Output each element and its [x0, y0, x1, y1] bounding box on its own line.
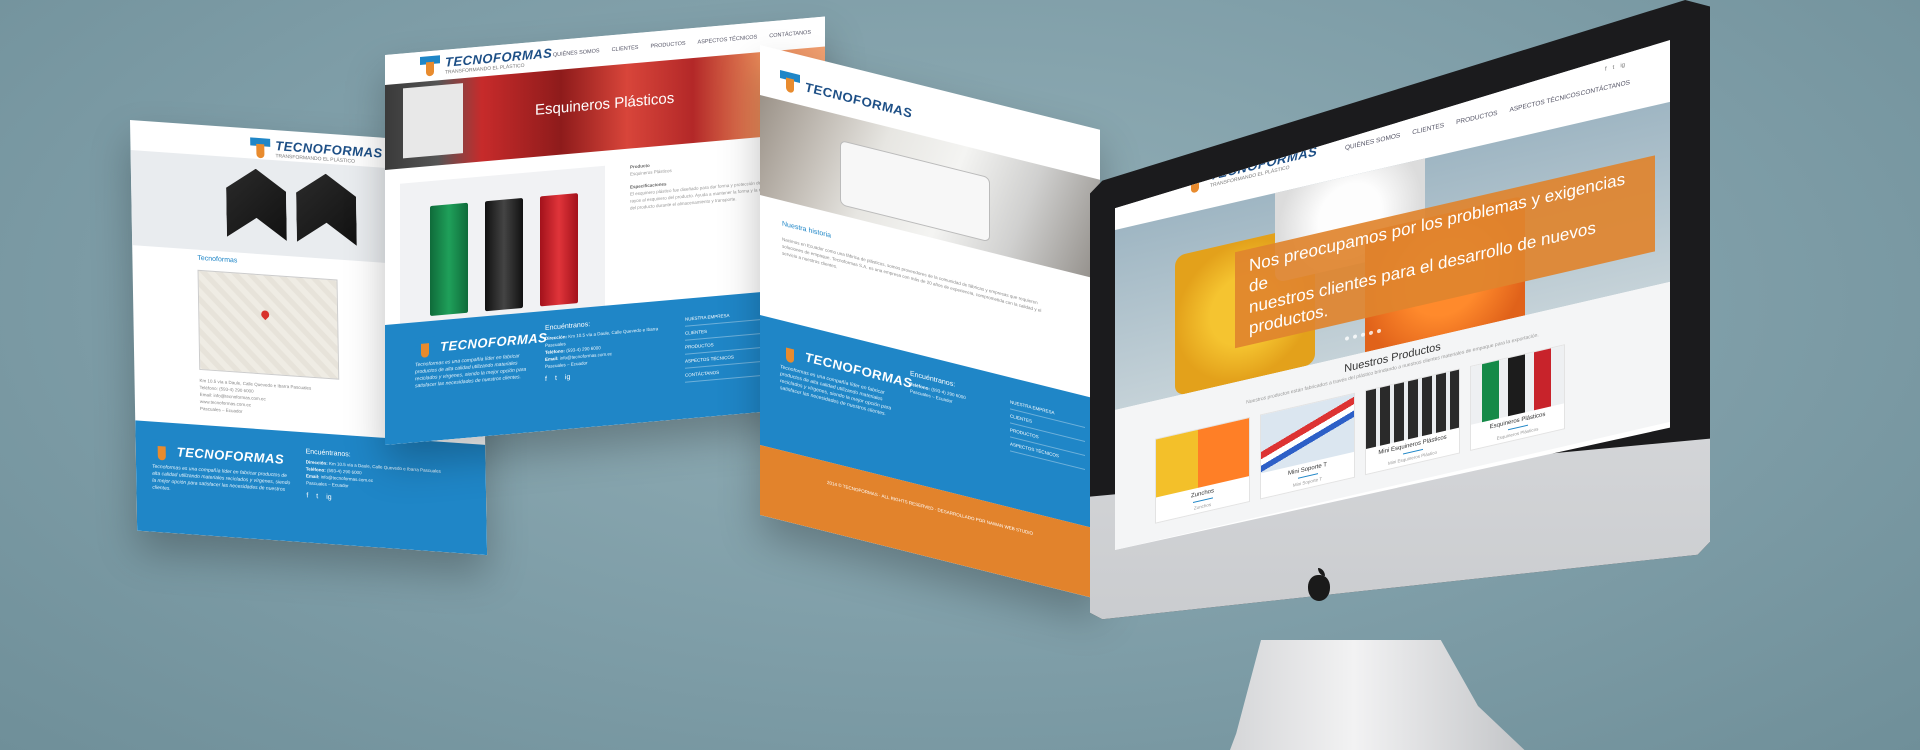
footer-description: Tecnoformas es una compañía líder en fab… [151, 463, 291, 493]
product-card-mini-esquineros[interactable]: Mini Esquineros Plásticos Mini Esquinero… [1365, 368, 1460, 476]
product-card-mini-soporte-t[interactable]: Mini Soporte T Mini Soporte T [1260, 392, 1355, 500]
slider-dot[interactable] [1345, 335, 1349, 341]
hero-title: Esquineros Plásticos [535, 89, 675, 119]
nav-item-aspectos-tecnicos[interactable]: ASPECTOS TÉCNICOS [1509, 91, 1580, 114]
nav-item-contactanos[interactable]: CONTÁCTANOS [1581, 79, 1630, 97]
logo-mark-icon [780, 340, 800, 365]
email-label: Email: [305, 473, 320, 480]
logo-mark-icon [420, 55, 440, 77]
product-spec: Producto Esquineros Plásticos Especifica… [630, 150, 780, 211]
page-about: TECNOFORMAS Nuestra historia Nacimos en … [760, 45, 1100, 600]
nav-item-quienes-somos[interactable]: QUIÉNES SOMOS [553, 48, 600, 58]
logo-mark-icon [152, 440, 172, 461]
contact-info: Km 10.5 vía a Daule, Calle Quevedo e Iba… [199, 377, 311, 420]
contact-section-title: Tecnoformas [197, 254, 238, 265]
nav-item-aspectos-tecnicos[interactable]: ASPECTOS TÉCNICOS [698, 34, 758, 45]
nav-item-clientes[interactable]: CLIENTES [1412, 122, 1444, 136]
product-card-zunchos[interactable]: Zunchos Zunchos [1155, 416, 1250, 524]
product-category: Zunchos [1193, 501, 1212, 511]
nav-item-productos[interactable]: PRODUCTOS [650, 41, 685, 50]
facebook-icon[interactable]: f [306, 492, 308, 499]
footer-social: f t ig [306, 492, 446, 509]
logo-mark-icon [780, 70, 800, 95]
footer-description: Tecnoformas es una compañía líder en fab… [415, 353, 527, 390]
hero-machine-image [403, 83, 463, 159]
footer-logo-text: TECNOFORMAS [176, 443, 285, 467]
address-label: Dirección: [545, 334, 568, 342]
logo-mark-icon [250, 137, 270, 158]
map-pin-icon [259, 308, 271, 321]
nav-item-contactanos[interactable]: CONTÁCTANOS [769, 30, 811, 40]
location-map[interactable] [197, 269, 340, 380]
red-protector-image [540, 193, 578, 307]
product-category: Mini Soporte T [1292, 476, 1323, 488]
product-category: Esquineros Plásticos [1496, 426, 1539, 441]
page-product: TECNOFORMAS TRANSFORMANDO EL PLÁSTICO QU… [385, 16, 825, 446]
apple-logo-icon [1308, 568, 1330, 601]
instagram-icon[interactable]: ig [326, 494, 332, 501]
black-corner-protector-image [226, 167, 287, 241]
mockup-scene: TECNOFORMAS TRANSFORMANDO EL PLÁSTICO Te… [0, 0, 1920, 750]
facebook-icon[interactable]: f [1605, 66, 1607, 72]
instagram-icon[interactable]: ig [565, 374, 570, 381]
header-social: f t ig [1605, 62, 1625, 73]
twitter-icon[interactable]: t [555, 375, 557, 382]
facebook-icon[interactable]: f [545, 376, 547, 383]
nav-item-clientes[interactable]: CLIENTES [612, 45, 639, 53]
black-corner-protector-image [296, 172, 357, 246]
instagram-icon[interactable]: ig [1620, 62, 1625, 69]
product-card-esquineros[interactable]: Esquineros Plásticos Esquineros Plástico… [1470, 344, 1565, 452]
slider-dot[interactable] [1353, 334, 1357, 340]
footer-logo-text: TECNOFORMAS [440, 329, 548, 354]
green-protector-image [430, 202, 468, 317]
truck-cab-shape [840, 139, 990, 243]
twitter-icon[interactable]: t [316, 493, 318, 500]
imac-stand [1230, 640, 1525, 750]
black-protector-image [485, 197, 523, 312]
product-category: Mini Esquineros Plástico [1387, 449, 1438, 466]
twitter-icon[interactable]: t [1613, 65, 1615, 71]
nav-item-productos[interactable]: PRODUCTOS [1456, 110, 1497, 127]
logo-mark-icon [415, 337, 435, 359]
footer-links: NUESTRA EMPRESA CLIENTES PRODUCTOS ASPEC… [1010, 395, 1085, 471]
